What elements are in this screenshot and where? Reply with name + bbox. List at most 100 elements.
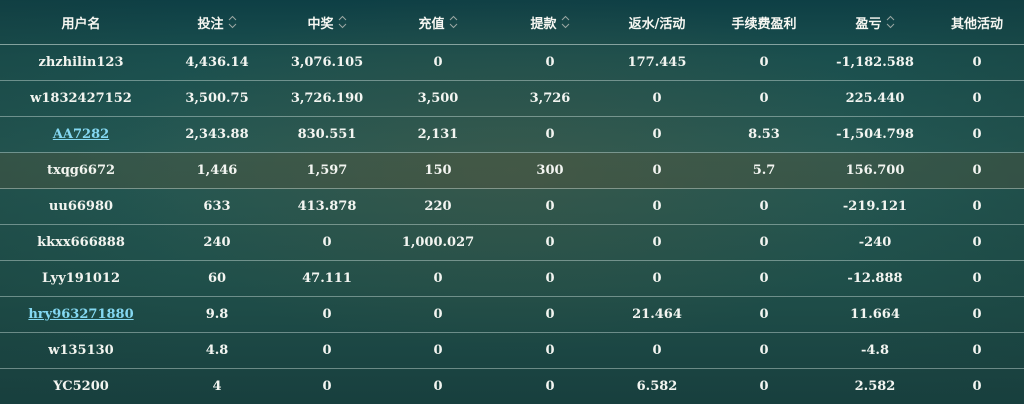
cell-bet: 2,343.88 bbox=[162, 116, 272, 153]
withdraw-value: 300 bbox=[536, 163, 564, 178]
profit-value: -219.121 bbox=[842, 199, 908, 214]
fee-profit-value: 5.7 bbox=[752, 163, 776, 178]
header-win-sort[interactable]: 中奖 bbox=[307, 13, 346, 32]
other-value: 0 bbox=[972, 127, 982, 142]
cell-win: 47.111 bbox=[272, 260, 382, 297]
cell-withdraw: 0 bbox=[494, 116, 606, 153]
profit-value: -1,504.798 bbox=[836, 127, 914, 142]
win-value: 0 bbox=[322, 379, 332, 394]
fee-profit-value: 0 bbox=[759, 55, 769, 70]
table-row: txqg6672 1,446 1,597 150 300 0 5.7 156.700 0 bbox=[0, 152, 1024, 189]
table-header-row: 用户名 投注 中奖 充值 提款 返水/活动 手续费盈利 盈亏 其他活动 bbox=[0, 0, 1024, 45]
sort-updown-icon[interactable] bbox=[886, 15, 895, 29]
table-header: 用户名 投注 中奖 充值 提款 返水/活动 手续费盈利 盈亏 其他活动 bbox=[0, 0, 1024, 45]
cell-fee-profit: 8.53 bbox=[708, 116, 820, 153]
other-value: 0 bbox=[972, 379, 982, 394]
other-value: 0 bbox=[972, 199, 982, 214]
win-value: 47.111 bbox=[302, 271, 352, 286]
other-value: 0 bbox=[972, 307, 982, 322]
sort-updown-icon[interactable] bbox=[449, 15, 458, 29]
header-fee-profit-label: 手续费盈利 bbox=[731, 16, 797, 32]
sort-updown-icon[interactable] bbox=[338, 15, 347, 29]
profit-value: -1,182.588 bbox=[836, 55, 914, 70]
win-value: 0 bbox=[322, 235, 332, 250]
win-value: 0 bbox=[322, 307, 332, 322]
fee-profit-value: 0 bbox=[759, 271, 769, 286]
cell-profit: -1,504.798 bbox=[820, 116, 930, 153]
cell-win: 413.878 bbox=[272, 188, 382, 225]
cell-rebate: 6.582 bbox=[606, 368, 708, 404]
header-bet[interactable]: 投注 bbox=[162, 0, 272, 45]
cell-other: 0 bbox=[930, 80, 1024, 117]
header-bet-sort[interactable]: 投注 bbox=[197, 13, 236, 32]
header-profit-sort[interactable]: 盈亏 bbox=[855, 13, 894, 32]
cell-rebate: 0 bbox=[606, 260, 708, 297]
cell-other: 0 bbox=[930, 260, 1024, 297]
cell-fee-profit: 0 bbox=[708, 80, 820, 117]
cell-rebate: 177.445 bbox=[606, 44, 708, 81]
header-profit[interactable]: 盈亏 bbox=[820, 0, 930, 45]
cell-username[interactable]: hry963271880 bbox=[0, 296, 162, 333]
cell-fee-profit: 0 bbox=[708, 44, 820, 81]
table-row: hry963271880 9.8 0 0 0 21.464 0 11.664 0 bbox=[0, 296, 1024, 333]
cell-withdraw: 0 bbox=[494, 368, 606, 404]
deposit-value: 1,000.027 bbox=[401, 235, 475, 250]
bet-value: 9.8 bbox=[205, 307, 229, 322]
deposit-value: 0 bbox=[433, 379, 443, 394]
cell-other: 0 bbox=[930, 368, 1024, 404]
username-link[interactable]: AA7282 bbox=[53, 127, 109, 142]
cell-deposit: 0 bbox=[382, 296, 494, 333]
cell-username: uu66980 bbox=[0, 188, 162, 225]
rebate-value: 0 bbox=[652, 127, 662, 142]
username-text: w135130 bbox=[48, 343, 114, 358]
cell-username: w135130 bbox=[0, 332, 162, 369]
bet-value: 4 bbox=[212, 379, 222, 394]
cell-deposit: 0 bbox=[382, 260, 494, 297]
header-deposit[interactable]: 充值 bbox=[382, 0, 494, 45]
profit-value: -12.888 bbox=[847, 271, 903, 286]
rebate-value: 21.464 bbox=[632, 307, 682, 322]
header-withdraw-sort[interactable]: 提款 bbox=[530, 13, 569, 32]
header-deposit-sort[interactable]: 充值 bbox=[418, 13, 457, 32]
cell-profit: -240 bbox=[820, 224, 930, 261]
cell-username[interactable]: AA7282 bbox=[0, 116, 162, 153]
rebate-value: 0 bbox=[652, 271, 662, 286]
header-win[interactable]: 中奖 bbox=[272, 0, 382, 45]
cell-other: 0 bbox=[930, 332, 1024, 369]
sort-updown-icon[interactable] bbox=[228, 15, 237, 29]
withdraw-value: 0 bbox=[545, 199, 555, 214]
cell-bet: 9.8 bbox=[162, 296, 272, 333]
bet-value: 1,446 bbox=[196, 163, 238, 178]
cell-fee-profit: 0 bbox=[708, 296, 820, 333]
username-link[interactable]: hry963271880 bbox=[28, 307, 133, 322]
rebate-value: 0 bbox=[652, 343, 662, 358]
bet-value: 3,500.75 bbox=[185, 91, 249, 106]
cell-withdraw: 0 bbox=[494, 296, 606, 333]
sort-updown-icon[interactable] bbox=[561, 15, 570, 29]
deposit-value: 0 bbox=[433, 343, 443, 358]
withdraw-value: 0 bbox=[545, 55, 555, 70]
withdraw-value: 0 bbox=[545, 235, 555, 250]
cell-win: 1,597 bbox=[272, 152, 382, 189]
cell-win: 0 bbox=[272, 332, 382, 369]
cell-bet: 4.8 bbox=[162, 332, 272, 369]
username-text: uu66980 bbox=[48, 199, 114, 214]
cell-deposit: 0 bbox=[382, 44, 494, 81]
cell-win: 0 bbox=[272, 296, 382, 333]
cell-rebate: 0 bbox=[606, 188, 708, 225]
header-withdraw[interactable]: 提款 bbox=[494, 0, 606, 45]
cell-other: 0 bbox=[930, 296, 1024, 333]
cell-deposit: 3,500 bbox=[382, 80, 494, 117]
bet-value: 4,436.14 bbox=[185, 55, 249, 70]
deposit-value: 0 bbox=[433, 307, 443, 322]
header-deposit-label: 充值 bbox=[418, 16, 445, 32]
profit-value: 156.700 bbox=[845, 163, 905, 178]
table-row: YC5200 4 0 0 0 6.582 0 2.582 0 bbox=[0, 368, 1024, 404]
win-value: 3,076.105 bbox=[290, 55, 364, 70]
win-value: 830.551 bbox=[297, 127, 357, 142]
cell-fee-profit: 0 bbox=[708, 188, 820, 225]
table-row: w135130 4.8 0 0 0 0 0 -4.8 0 bbox=[0, 332, 1024, 369]
table-row: Lyy191012 60 47.111 0 0 0 0 -12.888 0 bbox=[0, 260, 1024, 297]
cell-bet: 4 bbox=[162, 368, 272, 404]
bet-value: 2,343.88 bbox=[185, 127, 249, 142]
